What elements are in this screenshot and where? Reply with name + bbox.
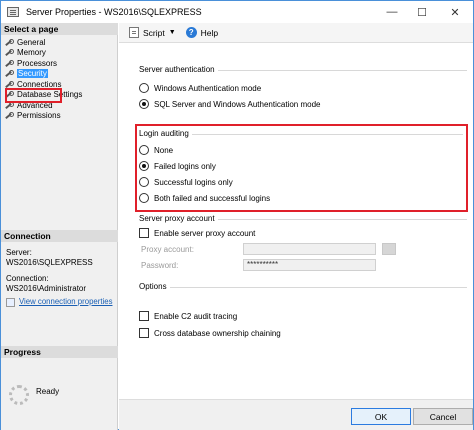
progress-header: Progress <box>1 346 118 358</box>
title-bar: Server Properties - WS2016\SQLEXPRESS — … <box>1 1 473 23</box>
security-highlight-box <box>5 88 62 103</box>
page-item-memory[interactable]: Memory <box>4 48 116 59</box>
connection-header: Connection <box>1 230 118 242</box>
maximize-button[interactable]: ☐ <box>407 1 437 23</box>
page-item-label: Permissions <box>17 111 61 121</box>
radio-button[interactable] <box>139 99 149 109</box>
options-divider <box>139 287 467 288</box>
security-page: Script ▼ ? Help Server authentication Wi… <box>119 23 473 398</box>
radio-button[interactable] <box>139 145 149 155</box>
radio-button[interactable] <box>139 83 149 93</box>
server-label: Server: <box>6 248 32 257</box>
password-label: Password: <box>141 261 179 270</box>
enable-proxy-label: Enable server proxy account <box>154 228 256 238</box>
help-button[interactable]: ? Help <box>185 27 219 38</box>
radio-label: Successful logins only <box>154 177 233 187</box>
cross-db-checkbox[interactable] <box>139 328 149 338</box>
page-item-label: Memory <box>17 48 46 58</box>
radio-label: None <box>154 145 174 155</box>
page-item-label: Processors <box>17 58 58 68</box>
window-controls: — ☐ ✕ <box>377 1 473 23</box>
ok-button[interactable]: OK <box>351 408 411 425</box>
script-icon <box>129 27 139 38</box>
radio-button[interactable] <box>139 161 149 171</box>
radio-button[interactable] <box>139 177 149 187</box>
view-connection-properties-link[interactable]: View connection properties <box>6 297 114 307</box>
wrench-icon <box>4 69 14 78</box>
options-label: Options <box>139 282 170 291</box>
server-proxy-label: Server proxy account <box>139 214 218 223</box>
connection-value: WS2016\Administrator <box>6 284 87 293</box>
cancel-button[interactable]: Cancel <box>413 408 473 425</box>
page-item-label: Security <box>17 69 48 79</box>
proxy-account-label: Proxy account: <box>141 245 194 254</box>
c2-audit-checkbox-row[interactable]: Enable C2 audit tracing <box>139 311 237 321</box>
wrench-icon <box>4 59 14 68</box>
radio-button[interactable] <box>139 193 149 203</box>
radio-audit-both[interactable]: Both failed and successful logins <box>139 193 270 203</box>
enable-proxy-checkbox[interactable] <box>139 228 149 238</box>
server-authentication-label: Server authentication <box>139 65 218 74</box>
wrench-icon <box>4 111 14 120</box>
script-button[interactable]: Script ▼ <box>129 27 176 38</box>
page-item-processors[interactable]: Processors <box>4 58 116 69</box>
help-icon: ? <box>185 27 197 38</box>
view-connection-link-label: View connection properties <box>19 297 113 306</box>
radio-audit-failed[interactable]: Failed logins only <box>139 161 216 171</box>
connection-label: Connection: <box>6 274 49 283</box>
radio-audit-none[interactable]: None <box>139 145 173 155</box>
radio-sql-windows-authentication[interactable]: SQL Server and Windows Authentication mo… <box>139 99 320 109</box>
close-button[interactable]: ✕ <box>437 1 473 23</box>
help-label: Help <box>200 27 219 38</box>
chevron-down-icon[interactable]: ▼ <box>169 29 176 36</box>
cross-db-checkbox-row[interactable]: Cross database ownership chaining <box>139 328 281 338</box>
page-item-security[interactable]: Security <box>4 69 116 80</box>
select-page-header: Select a page <box>1 23 118 35</box>
server-value: WS2016\SQLEXPRESS <box>6 258 93 267</box>
wrench-icon <box>4 38 14 47</box>
password-input[interactable]: ********** <box>243 259 376 271</box>
connection-info: Server: WS2016\SQLEXPRESS Connection: WS… <box>6 248 114 307</box>
login-auditing-label: Login auditing <box>139 129 192 138</box>
c2-audit-checkbox[interactable] <box>139 311 149 321</box>
progress-status: Ready <box>36 387 60 396</box>
radio-label: Both failed and successful logins <box>154 193 271 203</box>
radio-windows-authentication[interactable]: Windows Authentication mode <box>139 83 261 93</box>
enable-proxy-checkbox-row[interactable]: Enable server proxy account <box>139 228 255 238</box>
page-item-general[interactable]: General <box>4 37 116 48</box>
dialog-button-bar: OK Cancel <box>119 399 473 430</box>
server-properties-app-icon <box>6 5 20 19</box>
window-title: Server Properties - WS2016\SQLEXPRESS <box>26 7 202 17</box>
script-label: Script <box>143 27 165 38</box>
proxy-account-input[interactable] <box>243 243 376 255</box>
page-item-permissions[interactable]: Permissions <box>4 111 116 122</box>
progress-spinner-icon <box>9 385 29 405</box>
page-list: General Memory Processors Security Conne… <box>4 37 116 121</box>
radio-label: SQL Server and Windows Authentication mo… <box>154 99 321 109</box>
radio-label: Failed logins only <box>154 161 216 171</box>
left-panel: Select a page General Memory Processors … <box>1 23 118 430</box>
cross-db-label: Cross database ownership chaining <box>154 328 281 338</box>
page-item-label: General <box>17 37 46 47</box>
browse-proxy-button[interactable] <box>382 243 396 255</box>
radio-audit-successful[interactable]: Successful logins only <box>139 177 233 187</box>
properties-icon <box>6 297 15 307</box>
minimize-button[interactable]: — <box>377 1 407 23</box>
toolbar: Script ▼ ? Help <box>119 23 473 43</box>
server-properties-window: Server Properties - WS2016\SQLEXPRESS — … <box>0 0 474 430</box>
radio-label: Windows Authentication mode <box>154 83 262 93</box>
wrench-icon <box>4 48 14 57</box>
c2-audit-label: Enable C2 audit tracing <box>154 311 238 321</box>
